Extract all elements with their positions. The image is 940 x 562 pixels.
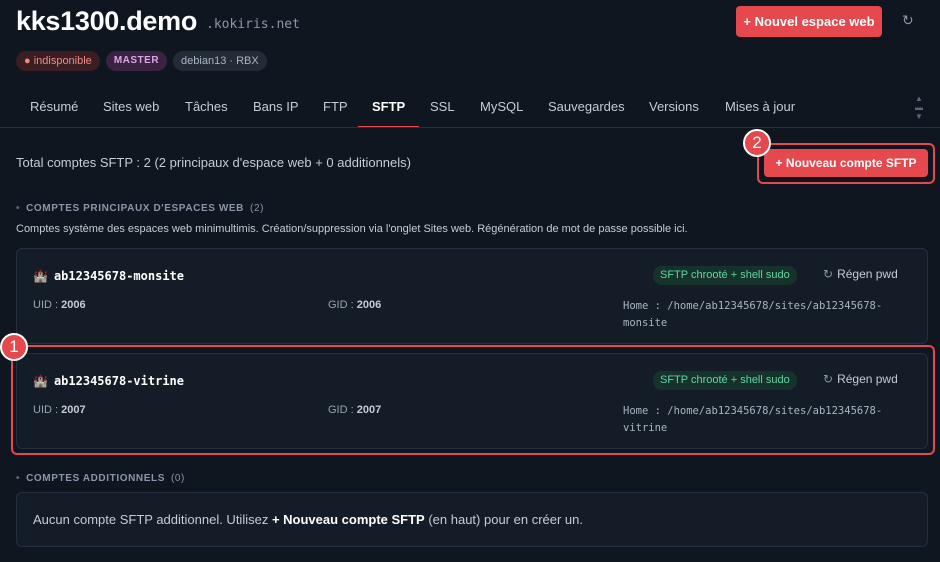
status-badges: ● indisponible MASTER debian13 · RBX [16,51,267,71]
role-badge-master: MASTER [105,51,168,71]
tab-bans-ip[interactable]: Bans IP [239,88,313,128]
tab-versions[interactable]: Versions [635,88,713,128]
tab-mises-a-jour[interactable]: Mises à jour [711,88,809,128]
tabs-scroll-icon[interactable]: ▲ ▬ ▼ [914,94,924,122]
tab-taches[interactable]: Tâches [171,88,242,128]
page-header: kks1300.demo .kokiris.net + Nouvel espac… [16,6,924,46]
tab-bar: Résumé Sites web Tâches Bans IP FTP SFTP… [16,88,940,128]
tab-sites-web[interactable]: Sites web [89,88,173,128]
site-domain: .kokiris.net [206,17,300,32]
additional-accounts-heading: • COMPTES ADDITIONNELS (0) [16,473,185,484]
refresh-icon: ↻ [823,267,834,281]
principal-accounts-description: Comptes système des espaces web minimult… [16,223,688,235]
refresh-icon[interactable]: ↻ [902,12,914,29]
sftp-account-card: 🏰 ab12345678-monsite SFTP chrooté + shell… [16,248,928,344]
tab-ssl[interactable]: SSL [416,88,469,128]
new-web-space-button[interactable]: + Nouvel espace web [736,6,882,37]
tabs-divider [0,127,940,128]
castle-icon: 🏰 [33,269,48,283]
account-name: 🏰 ab12345678-monsite [33,269,184,283]
highlight-box-2 [757,143,935,184]
uid-field: UID : 2006 [33,299,86,311]
tab-sauvegardes[interactable]: Sauvegardes [534,88,639,128]
principal-accounts-heading: • COMPTES PRINCIPAUX D'ESPACES WEB (2) [16,203,265,214]
annotation-badge-1: 1 [0,333,28,361]
additional-accounts-empty: Aucun compte SFTP additionnel. Utilisez … [16,492,928,547]
site-title: kks1300.demo [16,6,198,36]
tab-mysql[interactable]: MySQL [466,88,537,128]
status-badge-unavailable: ● indisponible [16,51,100,71]
gid-field: GID : 2006 [328,299,382,311]
tab-resume[interactable]: Résumé [16,88,92,128]
highlight-box-1 [11,345,935,455]
tab-ftp[interactable]: FTP [309,88,362,128]
annotation-badge-2: 2 [743,129,771,157]
os-badge: debian13 · RBX [173,51,267,71]
shell-status-badge: SFTP chrooté + shell sudo [653,266,797,285]
home-path: Home : /home/ab12345678/sites/ab12345678… [623,300,883,329]
sftp-total-text: Total comptes SFTP : 2 (2 principaux d'e… [16,155,411,170]
tab-sftp[interactable]: SFTP [358,88,420,128]
regen-password-button[interactable]: ↻ Régen pwd [823,267,898,281]
